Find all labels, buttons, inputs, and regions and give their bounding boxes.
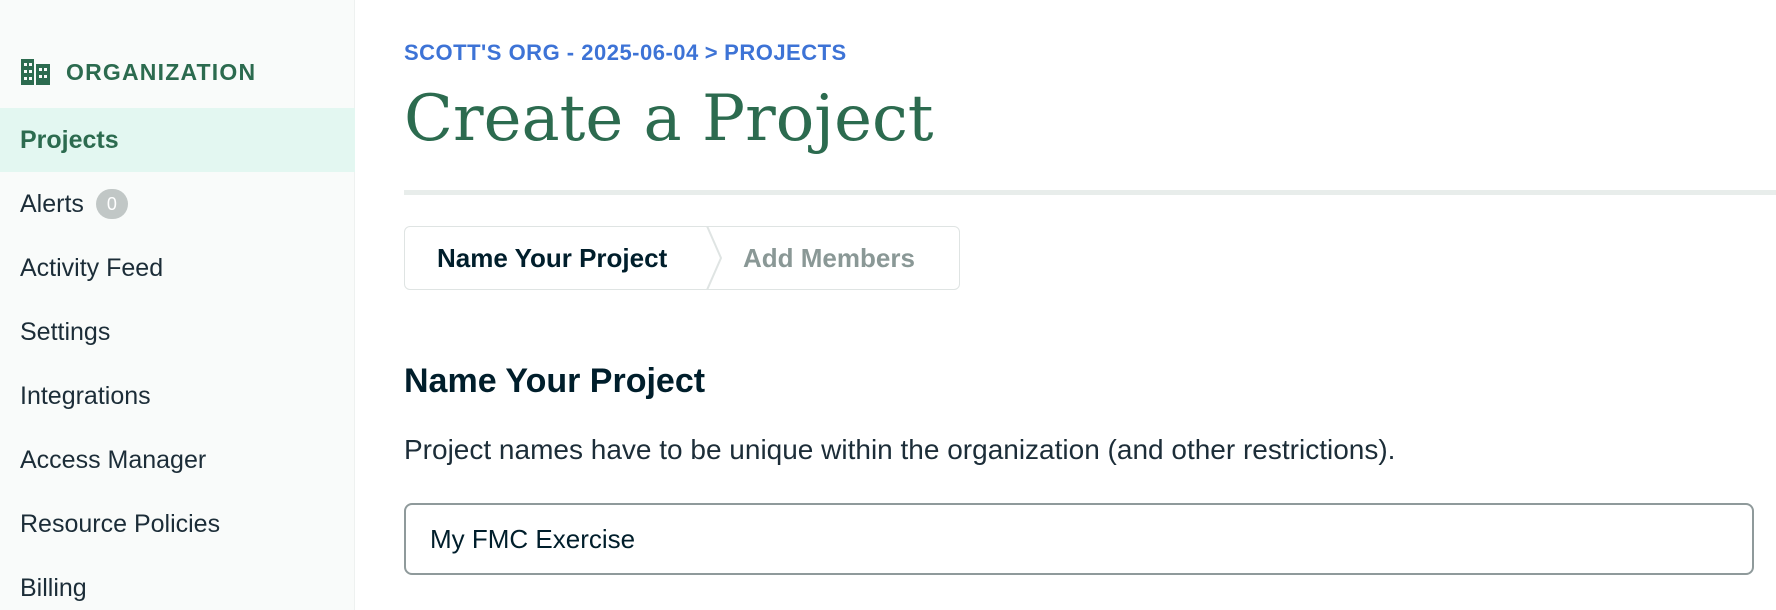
org-header: ORGANIZATION: [20, 58, 256, 86]
sidebar-item-settings[interactable]: Settings: [0, 300, 355, 364]
step-add-members[interactable]: Add Members: [725, 227, 915, 289]
sidebar-item-label: Projects: [20, 125, 119, 154]
sidebar-item-integrations[interactable]: Integrations: [0, 364, 355, 428]
page-title: Create a Project: [404, 82, 934, 156]
breadcrumb: SCOTT'S ORG - 2025-06-04 > PROJECTS: [404, 40, 847, 66]
step-chevron-divider: [706, 227, 723, 289]
title-divider: [404, 190, 1776, 195]
project-name-input[interactable]: [404, 503, 1754, 575]
alerts-count-badge: 0: [95, 189, 128, 219]
sidebar-item-label: Billing: [20, 573, 87, 602]
section-heading: Name Your Project: [404, 362, 706, 400]
step-name-your-project[interactable]: Name Your Project: [405, 227, 705, 289]
sidebar-item-label: Activity Feed: [20, 253, 164, 282]
sidebar-item-label: Resource Policies: [20, 509, 221, 538]
sidebar-nav: Projects Alerts 0 Activity Feed Settings…: [0, 108, 355, 610]
step-label: Name Your Project: [437, 242, 668, 273]
sidebar-item-label: Settings: [20, 317, 111, 346]
sidebar-item-activity-feed[interactable]: Activity Feed: [0, 236, 355, 300]
sidebar-item-label: Access Manager: [20, 445, 207, 474]
breadcrumb-separator: >: [704, 40, 719, 65]
step-label: Add Members: [743, 242, 915, 273]
sidebar-item-projects[interactable]: Projects: [0, 108, 355, 172]
sidebar: ORGANIZATION Projects Alerts 0 Activity …: [0, 0, 355, 610]
breadcrumb-projects-link[interactable]: PROJECTS: [724, 40, 847, 65]
sidebar-item-alerts[interactable]: Alerts 0: [0, 172, 355, 236]
sidebar-item-billing[interactable]: Billing: [0, 556, 355, 610]
app-window: ORGANIZATION Projects Alerts 0 Activity …: [0, 0, 1776, 610]
breadcrumb-org-link[interactable]: SCOTT'S ORG - 2025-06-04: [404, 40, 699, 65]
sidebar-item-resource-policies[interactable]: Resource Policies: [0, 492, 355, 556]
sidebar-item-access-manager[interactable]: Access Manager: [0, 428, 355, 492]
sidebar-item-label: Integrations: [20, 381, 151, 410]
building-icon: [21, 59, 50, 85]
sidebar-item-label: Alerts: [20, 189, 84, 218]
wizard-stepper: Name Your Project Add Members: [404, 226, 960, 290]
org-label: ORGANIZATION: [66, 58, 257, 85]
section-description: Project names have to be unique within t…: [404, 434, 1396, 465]
main-content: SCOTT'S ORG - 2025-06-04 > PROJECTS Create…: [404, 0, 1776, 610]
